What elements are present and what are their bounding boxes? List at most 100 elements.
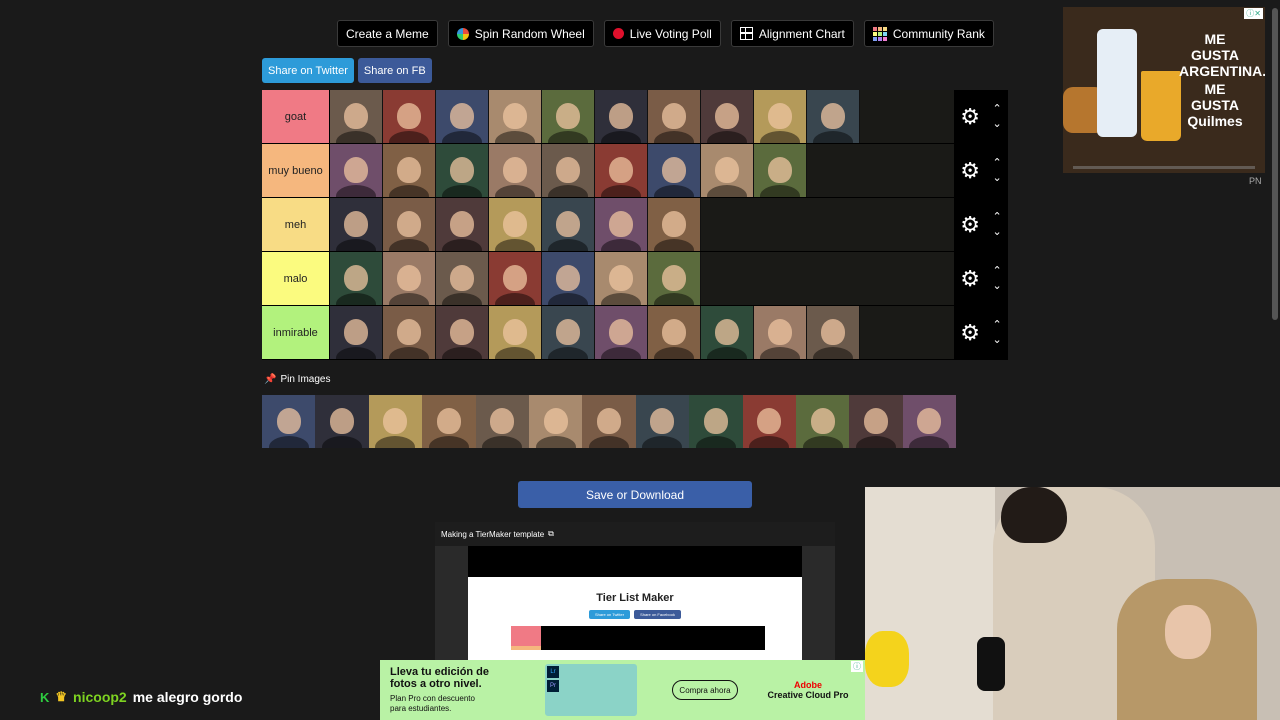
live-poll-button[interactable]: Live Voting Poll: [603, 20, 721, 47]
pool-item-image[interactable]: [795, 395, 850, 448]
tier-item-image[interactable]: [754, 144, 807, 197]
tier-item-image[interactable]: [807, 306, 860, 359]
chevron-up-icon[interactable]: ⌃: [993, 211, 1002, 223]
tier-item-image[interactable]: [754, 90, 807, 143]
tier-controls: ⚙ ⌃ ⌄: [954, 306, 1008, 359]
tier-item-image[interactable]: [330, 306, 383, 359]
gear-icon[interactable]: ⚙: [960, 267, 980, 290]
pool-item-image[interactable]: [902, 395, 957, 448]
tier-item-image[interactable]: [436, 90, 489, 143]
pool-item-image[interactable]: [689, 395, 743, 448]
scrollbar-thumb[interactable]: [1272, 8, 1278, 320]
pool-item-image[interactable]: [528, 395, 583, 448]
pool-item-image[interactable]: [635, 395, 690, 448]
gear-icon[interactable]: ⚙: [960, 105, 980, 128]
chevron-up-icon[interactable]: ⌃: [993, 157, 1002, 169]
tier-item-image[interactable]: [436, 198, 489, 251]
tier-items[interactable]: [329, 144, 954, 197]
chevron-down-icon[interactable]: ⌄: [993, 334, 1002, 346]
pin-images-label: Pin Images: [280, 374, 331, 385]
tier-item-image[interactable]: [436, 144, 489, 197]
save-download-button[interactable]: Save or Download: [518, 481, 752, 508]
tier-item-image[interactable]: [383, 90, 436, 143]
adobe-buy-now-button[interactable]: Compra ahora: [672, 680, 738, 700]
tier-item-image[interactable]: [542, 252, 595, 305]
pool-item-image[interactable]: [475, 395, 529, 448]
tier-label[interactable]: meh: [262, 198, 329, 251]
tier-item-image[interactable]: [542, 198, 595, 251]
tier-item-image[interactable]: [595, 90, 648, 143]
tier-item-image[interactable]: [595, 306, 648, 359]
tier-item-image[interactable]: [542, 90, 595, 143]
pool-item-image[interactable]: [422, 395, 476, 448]
chevron-down-icon[interactable]: ⌄: [993, 118, 1002, 130]
chevron-up-icon[interactable]: ⌃: [993, 103, 1002, 115]
tier-item-image[interactable]: [330, 144, 383, 197]
chevron-down-icon[interactable]: ⌄: [993, 226, 1002, 238]
tutorial-video[interactable]: Making a TierMaker template ⧉ Tier List …: [435, 522, 835, 662]
tier-item-image[interactable]: [648, 306, 701, 359]
alignment-chart-button[interactable]: Alignment Chart: [730, 20, 854, 47]
pool-item-image[interactable]: [315, 395, 369, 448]
tier-items[interactable]: [329, 306, 954, 359]
community-rank-button[interactable]: Community Rank: [863, 20, 994, 47]
pool-item-image[interactable]: [368, 395, 423, 448]
tier-item-image[interactable]: [648, 144, 701, 197]
tier-item-image[interactable]: [489, 252, 542, 305]
tier-item-image[interactable]: [754, 306, 807, 359]
spin-wheel-button[interactable]: Spin Random Wheel: [447, 20, 594, 47]
chevron-down-icon[interactable]: ⌄: [993, 172, 1002, 184]
tier-item-image[interactable]: [489, 306, 542, 359]
tier-item-image[interactable]: [383, 252, 436, 305]
tier-item-image[interactable]: [489, 144, 542, 197]
gear-icon[interactable]: ⚙: [960, 159, 980, 182]
pool-item-image[interactable]: [582, 395, 636, 448]
tier-item-image[interactable]: [330, 90, 383, 143]
tier-item-image[interactable]: [595, 198, 648, 251]
tier-item-image[interactable]: [648, 252, 701, 305]
create-meme-button[interactable]: Create a Meme: [337, 20, 438, 47]
ad-choices-icon[interactable]: ⓘ✕: [1244, 8, 1263, 19]
chevron-down-icon[interactable]: ⌄: [993, 280, 1002, 292]
share-twitter-button[interactable]: Share on Twitter: [262, 58, 354, 83]
tier-item-image[interactable]: [595, 144, 648, 197]
tier-label[interactable]: muy bueno: [262, 144, 329, 197]
tier-label[interactable]: goat: [262, 90, 329, 143]
adobe-ad[interactable]: Lleva tu edición de fotos a otro nivel. …: [380, 660, 865, 720]
gear-icon[interactable]: ⚙: [960, 213, 980, 236]
pool-item-image[interactable]: [849, 395, 903, 448]
pool-item-image[interactable]: [262, 395, 316, 448]
tier-item-image[interactable]: [807, 90, 860, 143]
tier-item-image[interactable]: [648, 198, 701, 251]
tier-item-image[interactable]: [383, 144, 436, 197]
tier-label[interactable]: inmirable: [262, 306, 329, 359]
tier-item-image[interactable]: [436, 252, 489, 305]
tier-item-image[interactable]: [383, 198, 436, 251]
tier-item-image[interactable]: [701, 144, 754, 197]
tier-item-image[interactable]: [648, 90, 701, 143]
tier-item-image[interactable]: [383, 306, 436, 359]
tier-item-image[interactable]: [489, 90, 542, 143]
tier-items[interactable]: [329, 198, 954, 251]
ad-close-icon[interactable]: ⓘ: [851, 661, 863, 672]
tier-item-image[interactable]: [542, 144, 595, 197]
tier-item-image[interactable]: [542, 306, 595, 359]
external-link-icon[interactable]: ⧉: [548, 529, 554, 539]
tier-items[interactable]: [329, 252, 954, 305]
pool-item-image[interactable]: [742, 395, 796, 448]
share-facebook-button[interactable]: Share on FB: [357, 58, 432, 83]
tier-item-image[interactable]: [436, 306, 489, 359]
tier-item-image[interactable]: [330, 252, 383, 305]
tier-item-image[interactable]: [701, 306, 754, 359]
tier-item-image[interactable]: [489, 198, 542, 251]
tier-label[interactable]: malo: [262, 252, 329, 305]
tier-item-image[interactable]: [701, 90, 754, 143]
tier-items[interactable]: [329, 90, 954, 143]
chevron-up-icon[interactable]: ⌃: [993, 319, 1002, 331]
gear-icon[interactable]: ⚙: [960, 321, 980, 344]
tier-item-image[interactable]: [595, 252, 648, 305]
chevron-up-icon[interactable]: ⌃: [993, 265, 1002, 277]
tier-item-image[interactable]: [330, 198, 383, 251]
quilmes-ad[interactable]: ME GUSTA ARGENTINA. ME GUSTA Quilmes ⓘ✕: [1063, 7, 1265, 173]
pin-images-toggle[interactable]: 📌 Pin Images: [264, 374, 330, 385]
